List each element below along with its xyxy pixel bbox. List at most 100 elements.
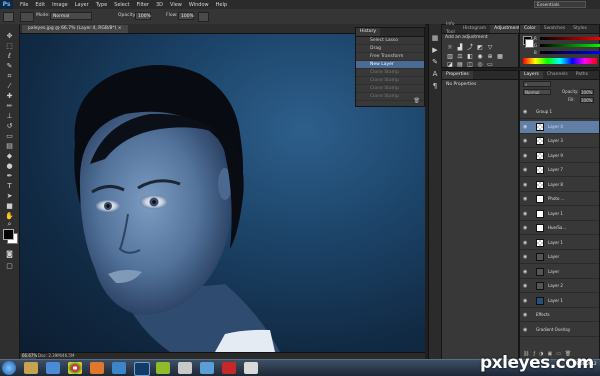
layer-row[interactable]: ◉ Hue/Sa... xyxy=(520,222,599,235)
menu-view[interactable]: View xyxy=(170,2,182,8)
visibility-eye-icon[interactable]: ◉ xyxy=(523,153,527,159)
layer-kind-filter[interactable]: ⌕ xyxy=(523,81,551,87)
crop-tool-icon[interactable]: ⌗ xyxy=(4,72,15,80)
flow-input[interactable]: 100% xyxy=(178,12,194,20)
visibility-eye-icon[interactable]: ◉ xyxy=(523,327,527,333)
tab-styles[interactable]: Styles xyxy=(569,25,591,33)
start-button-icon[interactable] xyxy=(2,361,16,375)
opacity-input[interactable]: 100% xyxy=(135,12,151,20)
gradient-tool-icon[interactable]: ▤ xyxy=(4,142,15,150)
brush-panel-icon[interactable]: ✎ xyxy=(430,58,440,66)
app-taskbar-icon[interactable] xyxy=(178,362,192,374)
visibility-eye-icon[interactable]: ◉ xyxy=(523,124,527,130)
exposure-icon[interactable]: ◩ xyxy=(476,45,484,51)
chrome-taskbar-icon[interactable] xyxy=(68,362,82,374)
layer-row[interactable]: ◉ Layer 2 xyxy=(520,280,599,293)
workspace-select[interactable]: Essentials xyxy=(534,1,586,8)
visibility-eye-icon[interactable]: ◉ xyxy=(523,138,527,144)
visibility-eye-icon[interactable]: ◉ xyxy=(523,240,527,246)
blur-tool-icon[interactable]: ◆ xyxy=(4,152,15,160)
app-taskbar-icon[interactable] xyxy=(112,362,126,374)
layer-row[interactable]: ◉ Layer 7 xyxy=(520,164,599,177)
menu-edit[interactable]: Edit xyxy=(35,2,45,8)
color-bg-swatch[interactable] xyxy=(525,39,534,48)
layer-row[interactable]: ◉ Layer 1 xyxy=(520,208,599,221)
menu-3d[interactable]: 3D xyxy=(156,2,163,8)
layer-row[interactable]: ◉ Gradient Overlay xyxy=(520,324,599,337)
channel-g-slider[interactable] xyxy=(540,44,600,47)
folder-taskbar-icon[interactable] xyxy=(24,362,38,374)
menu-layer[interactable]: Layer xyxy=(75,2,89,8)
tab-swatches[interactable]: Swatches xyxy=(540,25,570,33)
tab-histogram[interactable]: Histogram xyxy=(459,25,490,33)
visibility-eye-icon[interactable]: ◉ xyxy=(523,167,527,173)
channel-r-slider[interactable] xyxy=(540,37,600,40)
history-row[interactable]: Drag xyxy=(356,45,424,53)
channel-b-slider[interactable] xyxy=(540,51,600,54)
layer-row[interactable]: ◉ Effects xyxy=(520,309,599,322)
threshold-icon[interactable]: ◫ xyxy=(466,62,474,68)
history-row[interactable]: Clone Stamp xyxy=(356,85,424,93)
visibility-eye-icon[interactable]: ◉ xyxy=(523,211,527,217)
layer-row[interactable]: ◉ Layer 4 xyxy=(520,120,599,134)
invert-icon[interactable]: ◪ xyxy=(446,62,454,68)
posterize-icon[interactable]: ▤ xyxy=(456,62,464,68)
dodge-tool-icon[interactable]: ● xyxy=(4,162,15,170)
zoom-tool-icon[interactable]: ⌕ xyxy=(4,220,15,228)
layer-row[interactable]: ◉ Layer 1 xyxy=(520,237,599,250)
visibility-eye-icon[interactable]: ◉ xyxy=(523,196,527,202)
color-spectrum-ramp[interactable] xyxy=(523,58,597,64)
menu-help[interactable]: Help xyxy=(216,2,227,8)
ie-taskbar-icon[interactable] xyxy=(46,362,60,374)
brush-size-picker[interactable] xyxy=(20,12,34,22)
gradient-map-icon[interactable]: ▭ xyxy=(486,62,494,68)
app-taskbar-icon[interactable] xyxy=(244,362,258,374)
history-row[interactable]: New Layer xyxy=(356,61,424,69)
history-trash-icon[interactable]: 🗑 xyxy=(414,98,420,104)
tab-properties[interactable]: Properties xyxy=(442,71,473,79)
layer-row[interactable]: ◉ Layer 8 xyxy=(520,179,599,192)
levels-icon[interactable]: ▟ xyxy=(456,45,464,51)
visibility-eye-icon[interactable]: ◉ xyxy=(523,298,527,304)
marquee-tool-icon[interactable]: ⬚ xyxy=(4,42,15,50)
history-row[interactable]: Free Transform xyxy=(356,53,424,61)
vibrance-icon[interactable]: ▽ xyxy=(486,45,494,51)
actions-panel-icon[interactable]: ▶ xyxy=(430,46,440,54)
visibility-eye-icon[interactable]: ◉ xyxy=(523,269,527,275)
eyedropper-tool-icon[interactable]: ⁄ xyxy=(4,82,15,90)
layer-row[interactable]: ◉ Group 1 xyxy=(520,106,599,119)
clone-stamp-tool-icon[interactable]: ⊥ xyxy=(4,112,15,120)
lasso-tool-icon[interactable]: ℓ xyxy=(4,52,15,60)
layer-fill-input[interactable]: 100% xyxy=(580,97,594,103)
channel-mixer-icon[interactable]: ⊕ xyxy=(486,54,494,60)
tab-history[interactable]: History xyxy=(356,28,381,36)
selective-color-icon[interactable]: ◎ xyxy=(476,62,484,68)
pen-tool-icon[interactable]: ✒ xyxy=(4,172,15,180)
menu-filter[interactable]: Filter xyxy=(137,2,149,8)
screen-mode-icon[interactable]: ▢ xyxy=(4,262,15,270)
layer-row[interactable]: ◉ Layer xyxy=(520,251,599,264)
eraser-tool-icon[interactable]: ▭ xyxy=(4,132,15,140)
character-panel-icon[interactable]: A xyxy=(430,70,440,78)
blend-mode-select[interactable]: Normal xyxy=(523,89,551,95)
move-tool-icon[interactable]: ✥ xyxy=(4,32,15,40)
history-brush-tool-icon[interactable]: ↺ xyxy=(4,122,15,130)
tab-paths[interactable]: Paths xyxy=(572,71,592,79)
layer-row[interactable]: ◉ Layer 9 xyxy=(520,150,599,163)
history-row[interactable]: Clone Stamp xyxy=(356,69,424,77)
mode-select[interactable]: Normal xyxy=(50,12,92,20)
color-balance-icon[interactable]: ⚖ xyxy=(456,54,464,60)
type-tool-icon[interactable]: T xyxy=(4,182,15,190)
tab-color[interactable]: Color xyxy=(520,25,540,33)
firefox-taskbar-icon[interactable] xyxy=(90,362,104,374)
airbrush-toggle[interactable] xyxy=(198,12,209,22)
visibility-eye-icon[interactable]: ◉ xyxy=(523,312,527,318)
photo-filter-icon[interactable]: ◉ xyxy=(476,54,484,60)
history-row[interactable]: Clone Stamp xyxy=(356,77,424,85)
layer-row[interactable]: ◉ Photo ... xyxy=(520,193,599,206)
visibility-eye-icon[interactable]: ◉ xyxy=(523,254,527,260)
menu-window[interactable]: Window xyxy=(189,2,209,8)
layer-row[interactable]: ◉ Layer xyxy=(520,266,599,279)
foreground-color-swatch[interactable] xyxy=(3,229,14,240)
menu-file[interactable]: File xyxy=(20,2,28,8)
